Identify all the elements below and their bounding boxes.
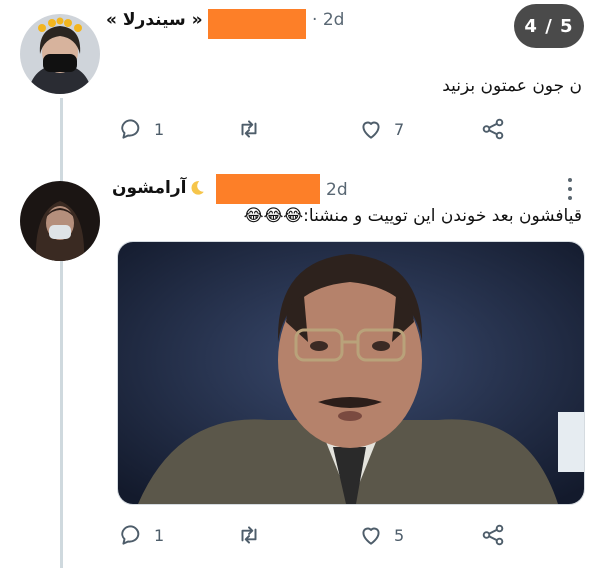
avatar-user1[interactable] <box>20 14 100 94</box>
redacted-username <box>208 9 306 39</box>
share-icon <box>482 524 504 546</box>
thread-connector-line <box>60 98 63 568</box>
moon-icon <box>191 181 205 195</box>
user1-timestamp[interactable]: · 2d <box>312 10 344 30</box>
share-icon <box>482 118 504 140</box>
tweet2-text-body: قیافشون بعد خوندن این توییت و منشنا: <box>303 206 582 226</box>
like-icon <box>362 121 380 139</box>
image-pager: 4 / 5 <box>514 4 584 48</box>
reply-icon <box>121 119 140 139</box>
reply-button[interactable]: 1 <box>118 116 164 142</box>
retweet-button[interactable] <box>236 522 262 548</box>
like-icon <box>362 527 380 545</box>
tweet2-attached-image[interactable] <box>117 241 585 505</box>
pager-label: 4 / 5 <box>524 15 574 37</box>
user1-display-name[interactable]: « سیندرلا » <box>106 10 203 30</box>
reply-button[interactable]: 1 <box>118 522 164 548</box>
like-button[interactable]: 5 <box>358 522 404 548</box>
user1-time-value: 2d <box>322 10 345 30</box>
like-count: 7 <box>394 119 405 139</box>
reply-count: 1 <box>154 119 165 139</box>
reply-count: 1 <box>154 525 165 545</box>
avatar-user2[interactable] <box>20 181 100 261</box>
user2-timestamp[interactable]: 2d <box>326 180 348 200</box>
tweet2-text: قیافشون بعد خوندن این توییت و منشنا:😂😂😂 <box>244 206 582 226</box>
tweet2-emoji: 😂😂😂 <box>243 206 304 226</box>
retweet-button[interactable] <box>236 116 262 142</box>
reply-icon <box>121 525 140 545</box>
user2-display-name: آرامشون <box>112 178 187 198</box>
retweet-icon <box>241 526 257 544</box>
like-count: 5 <box>394 525 405 545</box>
user2-name-block[interactable]: آرامشون <box>112 178 206 198</box>
share-button[interactable] <box>480 522 506 548</box>
share-button[interactable] <box>480 116 506 142</box>
retweet-icon <box>241 120 257 138</box>
more-options-icon[interactable] <box>565 178 575 200</box>
redacted-username <box>216 174 320 204</box>
tweet1-text: ن جون عمتون بزنید <box>442 76 582 96</box>
like-button[interactable]: 7 <box>358 116 404 142</box>
